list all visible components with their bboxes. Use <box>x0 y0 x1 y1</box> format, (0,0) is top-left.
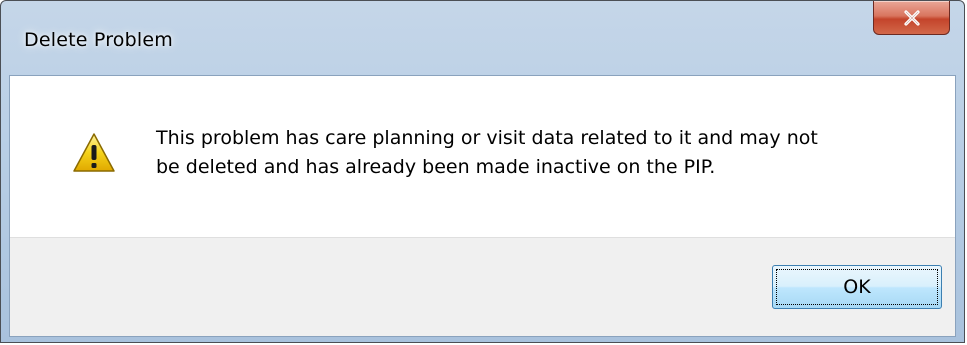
ok-button-label: OK <box>843 276 871 298</box>
close-button[interactable] <box>873 1 950 35</box>
message-area: This problem has care planning or visit … <box>10 76 955 237</box>
dialog-body: This problem has care planning or visit … <box>9 75 956 337</box>
warning-icon <box>73 133 115 172</box>
title-bar[interactable]: Delete Problem <box>1 1 964 75</box>
dialog-window: Delete Problem This problem has care pla… <box>0 0 965 343</box>
button-bar: OK <box>10 237 955 336</box>
ok-button[interactable]: OK <box>772 265 942 309</box>
close-icon <box>903 9 920 26</box>
dialog-title: Delete Problem <box>24 29 173 51</box>
dialog-message: This problem has care planning or visit … <box>156 127 818 178</box>
